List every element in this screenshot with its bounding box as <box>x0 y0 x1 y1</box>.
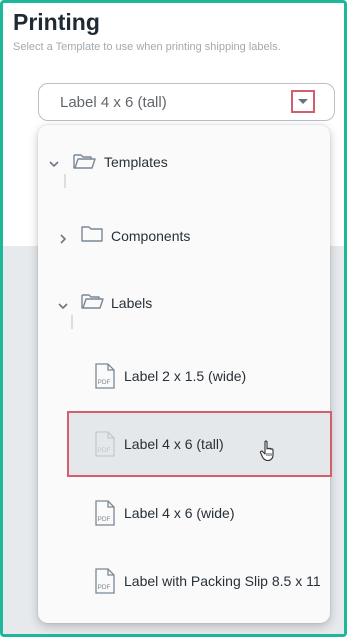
tree-item-label-packing-slip[interactable]: PDF Label with Packing Slip 8.5 x 11 <box>38 562 330 602</box>
hand-pointer-cursor-icon <box>259 440 274 462</box>
tree-item-label: Label 4 x 6 (wide) <box>124 505 235 521</box>
pdf-file-icon: PDF <box>95 431 115 457</box>
svg-text:PDF: PDF <box>98 516 111 523</box>
tree-folder-templates[interactable]: Templates <box>38 145 330 185</box>
chevron-down-icon[interactable] <box>56 299 70 313</box>
folder-open-icon <box>73 154 96 169</box>
tree-folder-components[interactable]: Components <box>38 220 330 260</box>
svg-text:PDF: PDF <box>98 584 111 591</box>
tree-folder-labels[interactable]: Labels <box>38 287 330 327</box>
printing-panel: Printing Select a Template to use when p… <box>0 0 347 637</box>
tree-guide-line <box>71 315 73 329</box>
tree-label-labels: Labels <box>111 295 153 311</box>
tree-item-label: Label 2 x 1.5 (wide) <box>124 368 247 384</box>
folder-icon <box>81 226 103 242</box>
tree-guide-line <box>64 174 66 188</box>
page-title: Printing <box>13 9 100 35</box>
svg-text:PDF: PDF <box>98 379 111 386</box>
pdf-file-icon: PDF <box>95 568 115 594</box>
tree-item-label-4x6-wide[interactable]: PDF Label 4 x 6 (wide) <box>38 494 330 534</box>
svg-text:PDF: PDF <box>98 447 111 454</box>
template-select-value: Label 4 x 6 (tall) <box>60 94 167 111</box>
dropdown-caret-icon[interactable] <box>291 90 315 113</box>
chevron-right-icon[interactable] <box>56 232 70 246</box>
template-select[interactable]: Label 4 x 6 (tall) <box>38 83 335 121</box>
tree-item-label-4x6-tall[interactable]: PDF Label 4 x 6 (tall) <box>38 425 330 465</box>
tree-item-label-2x1-5-wide[interactable]: PDF Label 2 x 1.5 (wide) <box>38 357 330 397</box>
tree-label-components: Components <box>111 228 191 244</box>
folder-open-icon <box>81 294 104 309</box>
tree-item-label: Label 4 x 6 (tall) <box>124 436 224 452</box>
page-subtitle: Select a Template to use when printing s… <box>13 41 281 53</box>
pdf-file-icon: PDF <box>95 363 115 389</box>
pdf-file-icon: PDF <box>95 500 115 526</box>
template-dropdown-menu: Templates Components Labels PDF Label 2 … <box>38 125 332 623</box>
chevron-down-icon[interactable] <box>47 157 61 171</box>
tree-label-templates: Templates <box>104 154 168 170</box>
tree-item-label: Label with Packing Slip 8.5 x 11 <box>124 573 321 589</box>
